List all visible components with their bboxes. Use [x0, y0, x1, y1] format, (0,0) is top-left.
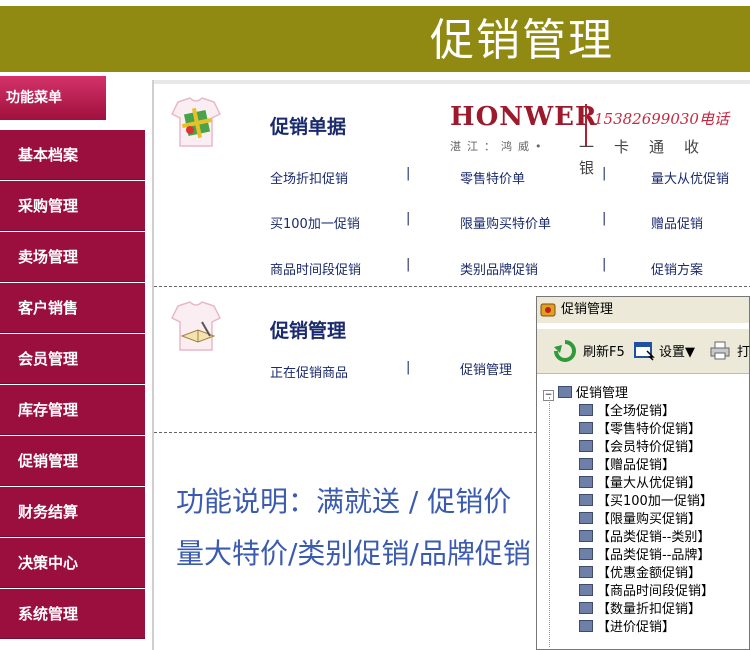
folder-icon: [579, 602, 593, 614]
tree-item-label: 【买100加一促销】: [597, 494, 713, 509]
tree-item[interactable]: 【数量折扣促销】: [543, 601, 749, 619]
link-buy100-add1[interactable]: 买100加一促销: [270, 213, 360, 232]
section-divider: [154, 286, 750, 287]
separator: |: [602, 211, 607, 226]
separator: |: [406, 360, 411, 375]
tree-item-label: 【品类促销--品牌】: [597, 548, 711, 563]
tree-item[interactable]: 【买100加一促销】: [543, 493, 749, 511]
tree-item[interactable]: 【进价促销】: [543, 619, 749, 637]
link-limited-special[interactable]: 限量购买特价单: [460, 213, 551, 232]
sidebar-item-system[interactable]: 系统管理: [0, 589, 145, 639]
folder-icon: [579, 404, 593, 416]
brand-phone: 15382699030电话: [594, 110, 729, 128]
sidebar-item-customer-sales[interactable]: 客户销售: [0, 283, 145, 333]
tree-root-label: 促销管理: [576, 386, 629, 401]
tree-item-label: 【全场促销】: [597, 404, 676, 419]
folder-icon: [579, 584, 593, 596]
tree-item[interactable]: 【量大从优促销】: [543, 475, 749, 493]
refresh-button[interactable]: 刷新F5: [583, 341, 625, 360]
separator: |: [602, 257, 607, 272]
sidebar-item-basic-files[interactable]: 基本档案: [0, 130, 145, 180]
folder-icon: [579, 458, 593, 470]
page-header: 促销管理: [0, 6, 750, 72]
sidebar-item-members[interactable]: 会员管理: [0, 334, 145, 384]
refresh-icon: [554, 340, 576, 362]
link-current-promo-goods[interactable]: 正在促销商品: [270, 362, 348, 381]
tree-item-label: 【赠品促销】: [597, 458, 676, 473]
sidebar-item-finance[interactable]: 财务结算: [0, 487, 145, 537]
folder-icon: [579, 566, 593, 578]
link-gift-promo[interactable]: 赠品促销: [651, 213, 703, 232]
separator: |: [602, 166, 607, 181]
link-full-discount[interactable]: 全场折扣促销: [270, 168, 348, 187]
tree-item[interactable]: 【品类促销--类别】: [543, 529, 749, 547]
sidebar-item-inventory[interactable]: 库存管理: [0, 385, 145, 435]
folder-icon: [579, 440, 593, 452]
tree-item-label: 【品类促销--类别】: [597, 530, 711, 545]
tree-item[interactable]: 【零售特价促销】: [543, 421, 749, 439]
tree-item-label: 【商品时间段促销】: [597, 584, 715, 599]
window-icon: [634, 342, 655, 361]
gift-shirt-icon: [170, 97, 222, 147]
separator: |: [406, 257, 411, 272]
tree-item-label: 【零售特价促销】: [597, 422, 702, 437]
feature-description-line1: 功能说明：满就送 / 促销价: [176, 485, 512, 518]
link-promo-plan[interactable]: 促销方案: [651, 259, 703, 278]
tree-item[interactable]: 【品类促销--品牌】: [543, 547, 749, 565]
menu-list: 基本档案 采购管理 卖场管理 客户销售 会员管理 库存管理 促销管理 财务结算 …: [0, 130, 145, 640]
separator: |: [406, 166, 411, 181]
tree-item[interactable]: 【限量购买促销】: [543, 511, 749, 529]
folder-icon: [579, 422, 593, 434]
section-title-promo-docs: 促销单据: [270, 116, 347, 138]
window-title: 促销管理: [561, 302, 614, 317]
tree-item-label: 【会员特价促销】: [597, 440, 702, 455]
collapse-icon[interactable]: −: [543, 390, 554, 401]
folder-icon: [579, 620, 593, 632]
print-button[interactable]: 打: [737, 341, 750, 360]
link-promo-management[interactable]: 促销管理: [460, 359, 512, 378]
window-title-bar[interactable]: 促销管理: [537, 297, 749, 323]
tree-item-label: 【优惠金额促销】: [597, 566, 702, 581]
settings-button[interactable]: 设置▼: [659, 341, 695, 360]
tree-item-label: 【限量购买促销】: [597, 512, 702, 527]
sidebar-item-promotion[interactable]: 促销管理: [0, 436, 145, 486]
folder-icon: [558, 386, 572, 398]
sidebar-item-purchase[interactable]: 采购管理: [0, 181, 145, 231]
section-title-promo-management: 促销管理: [270, 320, 347, 342]
brand-logo: HONWER: [450, 102, 598, 132]
tree-item[interactable]: 【赠品促销】: [543, 457, 749, 475]
folder-icon: [579, 548, 593, 560]
link-bulk-discount[interactable]: 量大从优促销: [651, 168, 729, 187]
folder-icon: [579, 512, 593, 524]
promo-management-window: 促销管理 刷新F5 设置▼ 打 − 促销管理 【全场促销】 【零售特价促销】 【会…: [536, 296, 750, 650]
sidebar: 功能菜单 基本档案 采购管理 卖场管理 客户销售 会员管理 库存管理 促销管理 …: [0, 72, 145, 650]
tree-item-label: 【数量折扣促销】: [597, 602, 702, 617]
folder-icon: [579, 476, 593, 488]
sidebar-item-store[interactable]: 卖场管理: [0, 232, 145, 282]
page-title: 促销管理: [430, 15, 614, 66]
promo-tree: − 促销管理 【全场促销】 【零售特价促销】 【会员特价促销】 【赠品促销】 【量…: [543, 385, 749, 637]
sidebar-item-decision[interactable]: 决策中心: [0, 538, 145, 588]
link-category-brand-promo[interactable]: 类别品牌促销: [460, 259, 538, 278]
folder-icon: [579, 494, 593, 506]
link-retail-special[interactable]: 零售特价单: [460, 168, 525, 187]
brand-slogan-left: 湛江：鸿威•: [450, 140, 548, 153]
tree-item[interactable]: 【商品时间段促销】: [543, 583, 749, 601]
tree-item-label: 【量大从优促销】: [597, 476, 702, 491]
book-shirt-icon: [170, 301, 222, 351]
tree-item-label: 【进价促销】: [597, 620, 676, 635]
folder-icon: [579, 530, 593, 542]
separator: |: [406, 211, 411, 226]
printer-icon: [710, 341, 730, 360]
menu-title: 功能菜单: [0, 76, 106, 120]
tree-item[interactable]: 【会员特价促销】: [543, 439, 749, 457]
tree-root[interactable]: − 促销管理: [543, 385, 749, 403]
tree-item[interactable]: 【全场促销】: [543, 403, 749, 421]
content-top-strip: [154, 80, 750, 84]
feature-description-line2: 量大特价/类别促销/品牌促销: [176, 537, 531, 570]
tree-item[interactable]: 【优惠金额促销】: [543, 565, 749, 583]
link-time-period-promo[interactable]: 商品时间段促销: [270, 259, 361, 278]
app-icon: [540, 303, 556, 317]
window-toolbar: 刷新F5 设置▼ 打: [537, 329, 750, 374]
